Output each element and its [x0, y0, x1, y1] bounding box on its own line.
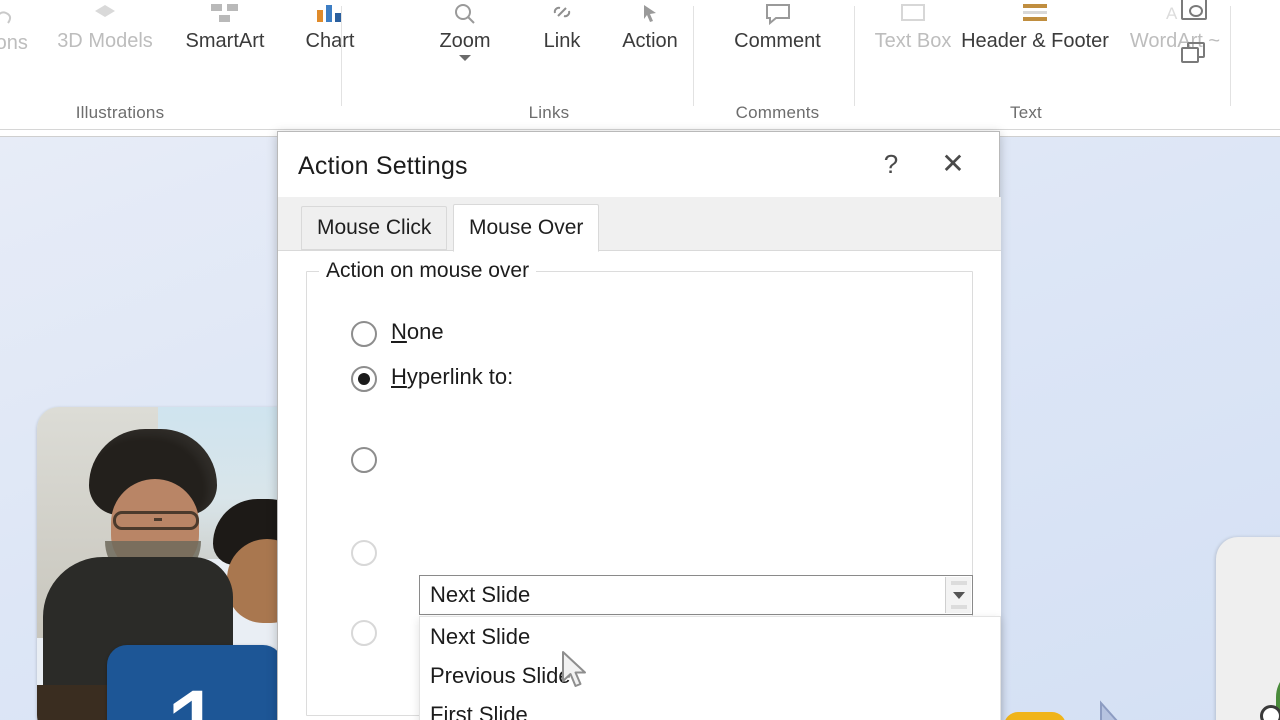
ribbon-button-label: Comment: [734, 30, 821, 52]
photo-card-right[interactable]: [1216, 537, 1280, 720]
ribbon-button-label: Text: [874, 30, 912, 52]
radio-object-action[interactable]: [351, 620, 377, 646]
ribbon-button-label2: Box: [916, 30, 952, 52]
accesskey-n: N: [391, 319, 407, 344]
ribbon-group-text: Text Box Header & Footer A WordArt ~ Tex…: [861, 0, 1241, 129]
dropdown-option-previous-slide[interactable]: Previous Slide: [420, 656, 1000, 695]
dropdown-option-next-slide[interactable]: Next Slide: [420, 617, 1000, 656]
text-box-icon: [871, 2, 955, 28]
ribbon-button-label: Chart: [305, 30, 355, 52]
radio-hyperlink-to[interactable]: [351, 366, 377, 392]
radio-label-rest: one: [406, 319, 444, 344]
ribbon-button-label: 3D: [57, 30, 83, 52]
radio-run-macro[interactable]: [351, 540, 377, 566]
hyperlink-target-dropdown-list[interactable]: Next Slide Previous Slide First Slide La…: [419, 616, 1001, 720]
ribbon-button-text-box[interactable]: Text Box: [871, 2, 955, 53]
ribbon-button-label2: Models: [88, 30, 153, 52]
ribbon-button-smartart[interactable]: SmartArt: [165, 2, 285, 53]
dialog-title: Action Settings: [298, 152, 468, 180]
ribbon-button-slide-number[interactable]: [1181, 42, 1207, 71]
group-separator: [693, 6, 694, 106]
ribbon-group-title: Illustrations: [75, 103, 165, 122]
accesskey-h: H: [391, 364, 407, 389]
group-separator: [854, 6, 855, 106]
slide-number-icon: [1181, 42, 1207, 66]
group-separator: [341, 6, 342, 106]
powerpoint-window: Icons 3D Models SmartArt Chart: [0, 0, 1280, 720]
slide-number-text: 1: [107, 673, 283, 720]
ribbon-button-chart[interactable]: Chart: [280, 2, 380, 53]
ribbon-button-label: Action: [622, 30, 678, 52]
ribbon-button-label: Header: [961, 30, 1027, 52]
combobox-arrow-glyph: [953, 592, 965, 599]
ribbon-button-link[interactable]: Link: [522, 2, 602, 53]
ribbon-button-label: Icons: [0, 32, 28, 54]
ribbon: Icons 3D Models SmartArt Chart: [0, 0, 1280, 130]
ribbon-group-title: Text: [1010, 103, 1042, 122]
tab-mouse-over[interactable]: Mouse Over: [453, 204, 600, 252]
group-separator: [1230, 6, 1231, 106]
radio-label-hyperlink-to: Hyperlink to:: [391, 364, 513, 390]
ribbon-group-title: Links: [528, 103, 570, 122]
comment-icon: [700, 2, 855, 28]
chart-icon: [280, 2, 380, 28]
header-footer-icon: [957, 2, 1113, 28]
hyperlink-target-combobox[interactable]: Next Slide: [419, 575, 973, 615]
svg-text:A: A: [1166, 4, 1178, 23]
ribbon-button-date-time[interactable]: [1181, 0, 1207, 20]
ribbon-button-zoom[interactable]: Zoom: [410, 2, 520, 61]
ribbon-button-action[interactable]: Action: [600, 2, 700, 53]
ribbon-button-label: Zoom: [439, 30, 491, 52]
help-icon[interactable]: ?: [869, 142, 913, 186]
ribbon-group-links: Zoom Link Action Links: [404, 0, 694, 129]
wordart-icon: A: [1115, 2, 1235, 28]
ribbon-button-label: Link: [543, 30, 581, 52]
zoom-icon: [410, 2, 520, 28]
ribbon-group-title: Comments: [735, 103, 820, 122]
ribbon-group-comments: Comment Comments: [700, 0, 855, 129]
smartart-icon: [165, 2, 285, 28]
right-arrow-shape[interactable]: [1057, 697, 1137, 720]
chevron-down-icon[interactable]: [459, 55, 471, 61]
radio-label-none: None: [391, 319, 444, 345]
ribbon-button-label2: & Footer: [1032, 30, 1109, 52]
ribbon-button-header-footer[interactable]: Header & Footer: [957, 2, 1113, 53]
ribbon-button-label2: ~: [1208, 30, 1221, 52]
slide-number-shape[interactable]: 1: [107, 645, 283, 720]
scroll-bar-bottom: [951, 605, 967, 609]
ribbon-button-icons[interactable]: Icons: [0, 4, 44, 55]
dialog-tabstrip: Mouse Click Mouse Over: [278, 197, 1001, 252]
ribbon-button-label: SmartArt: [185, 30, 265, 52]
photo-marker-dot: [1260, 705, 1280, 720]
ribbon-button-comment[interactable]: Comment: [700, 2, 855, 53]
groupbox-label: Action on mouse over: [319, 259, 537, 283]
radio-row-none[interactable]: None: [307, 317, 972, 353]
radio-row-hyperlink-to[interactable]: Hyperlink to:: [307, 362, 972, 398]
action-icon: [600, 2, 700, 28]
combobox-value: Next Slide: [430, 582, 531, 607]
chevron-down-icon[interactable]: [945, 577, 971, 613]
action-settings-dialog[interactable]: Action Settings ? ✕ Mouse Click Mouse Ov…: [277, 131, 1001, 720]
scroll-bar-top: [951, 581, 967, 585]
radio-none[interactable]: [351, 321, 377, 347]
glasses-icon: [113, 511, 199, 530]
link-icon: [522, 2, 602, 28]
3d-models-icon: [50, 2, 160, 28]
radio-label-rest: yperlink to:: [406, 364, 514, 389]
tab-mouse-click[interactable]: Mouse Click: [301, 206, 448, 250]
ribbon-button-3d-models[interactable]: 3D Models: [50, 2, 160, 53]
dialog-panel-mouse-over: Action on mouse over None Hyperlink to:: [278, 251, 1001, 720]
action-on-mouse-over-groupbox: Action on mouse over None Hyperlink to:: [306, 259, 1001, 720]
radio-run-program[interactable]: [351, 447, 377, 473]
icons-icon: [0, 4, 44, 30]
date-time-icon: [1181, 0, 1207, 20]
ribbon-button-wordart[interactable]: A WordArt ~: [1115, 2, 1235, 53]
close-icon[interactable]: ✕: [931, 142, 975, 186]
dropdown-option-first-slide[interactable]: First Slide: [420, 695, 1000, 720]
ribbon-group-illustrations: Icons 3D Models SmartArt Chart: [0, 0, 354, 129]
dialog-titlebar[interactable]: Action Settings ? ✕: [278, 132, 999, 197]
